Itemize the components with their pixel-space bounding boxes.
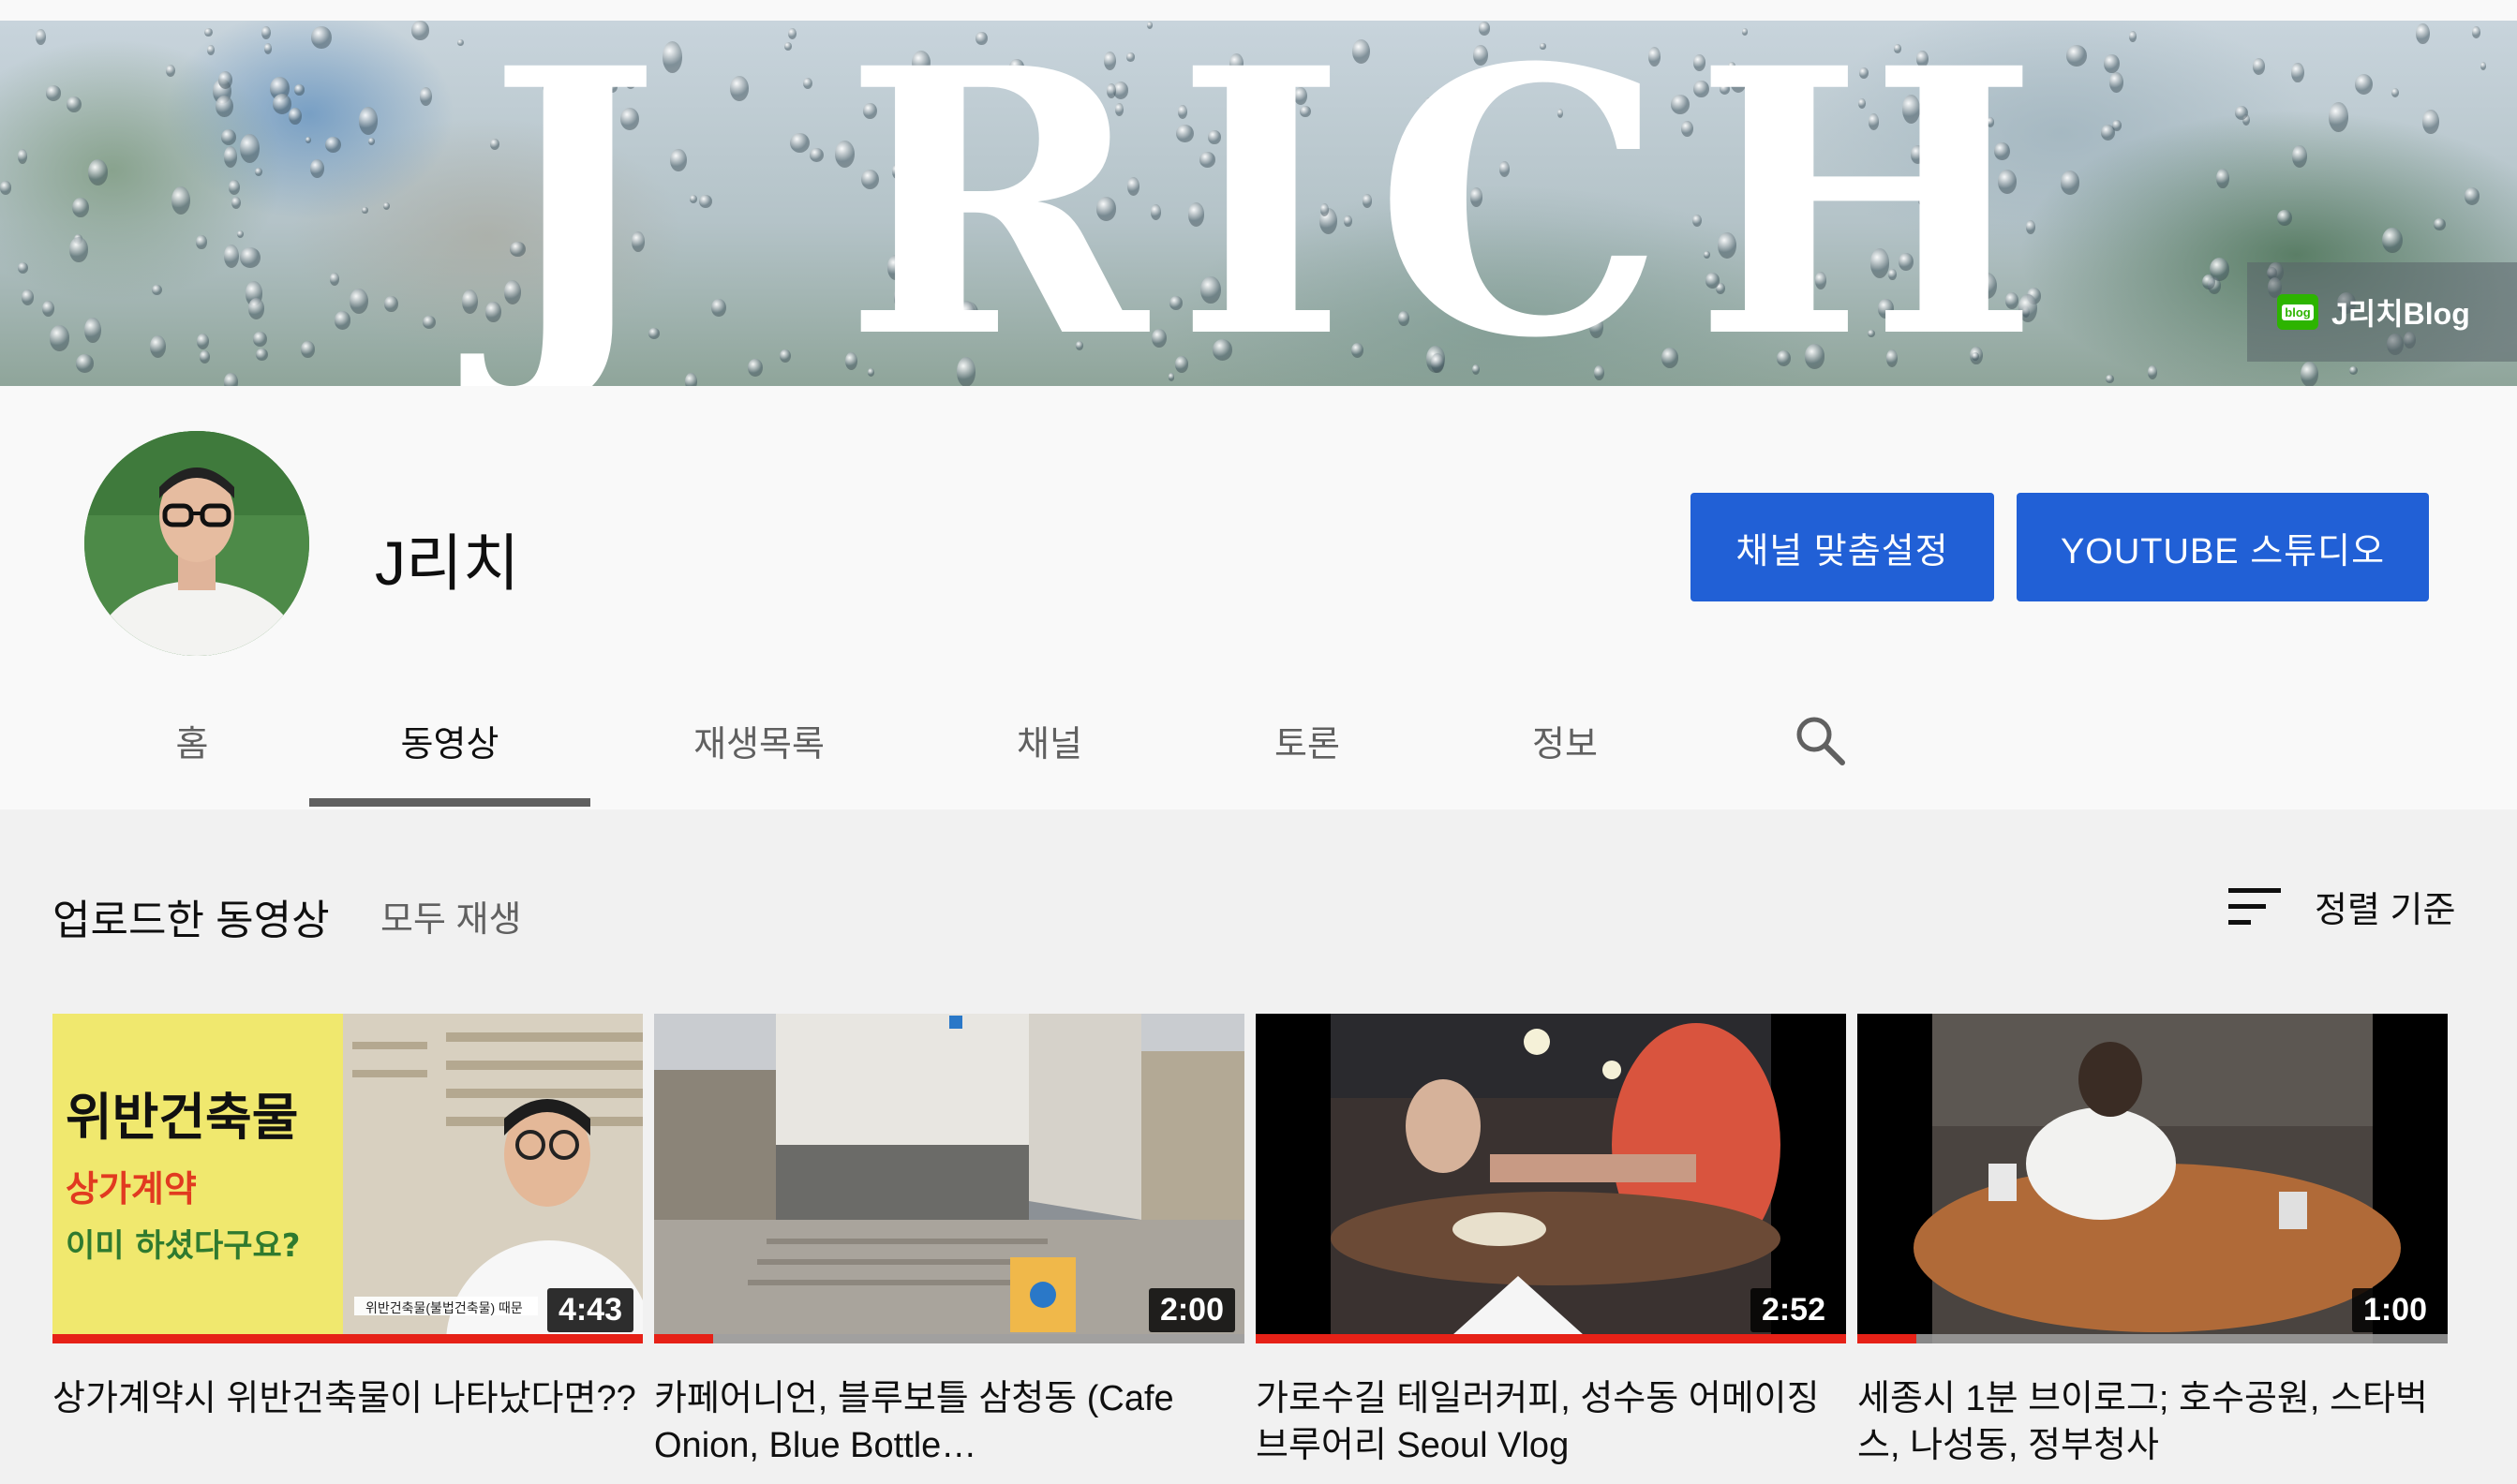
tab-playlists[interactable]: 재생목록: [656, 671, 862, 809]
video-duration: 4:43: [546, 1288, 633, 1332]
active-tab-indicator: [309, 798, 590, 807]
channel-avatar[interactable]: [84, 431, 309, 656]
thumbnail-caption: 위반건축물(불법건축물) 때문: [365, 1300, 523, 1315]
sort-icon: [2228, 886, 2281, 928]
tab-home[interactable]: 홈: [131, 671, 253, 809]
watch-progress-bar: [1857, 1334, 2448, 1343]
section-title: 업로드한 동영상: [52, 898, 330, 943]
video-title[interactable]: 가로수길 테일러커피, 성수동 어메이징브루어리 Seoul Vlog: [1256, 1375, 1846, 1469]
channel-banner: J RICH blog J리치Blog: [0, 21, 2517, 386]
video-title[interactable]: 상가계약시 위반건축물이 나타났다면??: [52, 1375, 643, 1422]
video-title[interactable]: 카페어니언, 블루보틀 삼청동 (Cafe Onion, Blue Bottle…: [654, 1375, 1244, 1469]
watch-progress-fill: [52, 1334, 643, 1343]
customize-channel-button[interactable]: 채널 맞춤설정: [1690, 493, 1994, 601]
video-card[interactable]: 2:52 가로수길 테일러커피, 성수동 어메이징브루어리 Seoul Vlog: [1256, 1014, 1846, 1469]
channel-name: J리치: [375, 528, 520, 598]
video-title[interactable]: 세종시 1분 브이로그; 호수공원, 스타벅스, 나성동, 정부청사: [1857, 1375, 2448, 1469]
blog-icon: blog: [2277, 294, 2318, 330]
play-all-link[interactable]: 모두 재생: [380, 890, 521, 942]
video-thumbnail[interactable]: 2:52: [1256, 1014, 1846, 1343]
video-card[interactable]: 1:00 세종시 1분 브이로그; 호수공원, 스타벅스, 나성동, 정부청사: [1857, 1014, 2448, 1469]
watch-progress-fill: [654, 1334, 713, 1343]
watch-progress-bar: [1256, 1334, 1846, 1343]
video-thumbnail[interactable]: 1:00: [1857, 1014, 2448, 1343]
search-icon[interactable]: [1792, 712, 1848, 768]
tab-videos[interactable]: 동영상: [309, 671, 590, 809]
video-thumbnail[interactable]: 위반건축물 상가계약 이미 하셨다구요? 위반건축물(불법건축물) 때문 4:4…: [52, 1014, 643, 1343]
video-duration: 2:00: [1148, 1288, 1235, 1332]
sort-label: 정렬 기준: [2315, 891, 2456, 930]
thumbnail-text-line3: 이미 하셨다구요?: [66, 1227, 301, 1265]
banner-title: J RICH: [487, 21, 2067, 386]
watch-progress-bar: [654, 1334, 1244, 1343]
thumbnail-text-line2: 상가계약: [66, 1168, 197, 1209]
blog-link-label: J리치Blog: [2331, 297, 2470, 331]
sort-button[interactable]: 정렬 기준: [2228, 881, 2455, 932]
video-card[interactable]: 위반건축물 상가계약 이미 하셨다구요? 위반건축물(불법건축물) 때문 4:4…: [52, 1014, 643, 1422]
tab-about[interactable]: 정보: [1499, 671, 1631, 809]
youtube-studio-button[interactable]: YOUTUBE 스튜디오: [2017, 493, 2429, 601]
watch-progress-bar: [52, 1334, 643, 1343]
watch-progress-fill: [1256, 1334, 1846, 1343]
video-duration: 2:52: [1750, 1288, 1837, 1332]
thumbnail-text-line1: 위반건축물: [66, 1088, 299, 1147]
blog-link[interactable]: blog J리치Blog: [2247, 262, 2517, 362]
tab-channels[interactable]: 채널: [975, 671, 1124, 809]
channel-tabs: 홈 동영상 재생목록 채널 토론 정보: [0, 671, 2517, 809]
tab-discussion[interactable]: 토론: [1237, 671, 1378, 809]
video-thumbnail[interactable]: 2:00: [654, 1014, 1244, 1343]
watch-progress-fill: [1857, 1334, 1916, 1343]
video-card[interactable]: 2:00 카페어니언, 블루보틀 삼청동 (Cafe Onion, Blue B…: [654, 1014, 1244, 1469]
video-duration: 1:00: [2351, 1288, 2438, 1332]
